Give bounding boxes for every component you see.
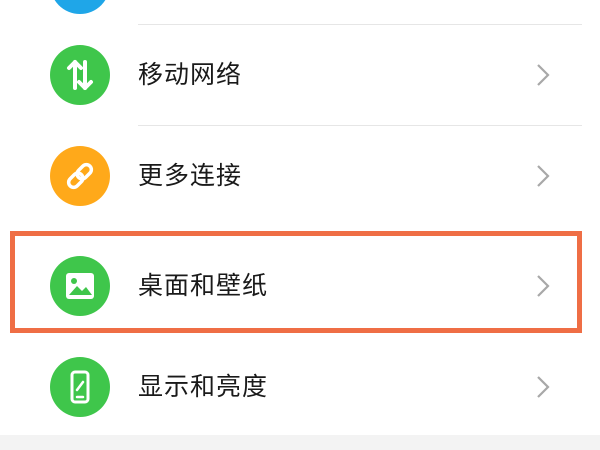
link-icon (50, 146, 110, 206)
settings-item-label: 显示和亮度 (138, 372, 269, 401)
settings-item-display-brightness[interactable]: 显示和亮度 (0, 337, 600, 437)
settings-item-more-connections[interactable]: 更多连接 (0, 126, 600, 226)
chevron-right-icon (537, 376, 550, 398)
top-partial-icon (50, 0, 110, 14)
highlight-box (10, 231, 582, 333)
settings-item-mobile-network[interactable]: 移动网络 (0, 25, 600, 125)
chevron-right-icon (537, 165, 550, 187)
phone-display-icon (50, 357, 110, 417)
settings-item-label: 更多连接 (138, 161, 243, 190)
section-separator (0, 435, 600, 450)
chevron-right-icon (537, 64, 550, 86)
mobile-data-arrows-icon (50, 45, 110, 105)
settings-item-label: 移动网络 (138, 60, 243, 89)
